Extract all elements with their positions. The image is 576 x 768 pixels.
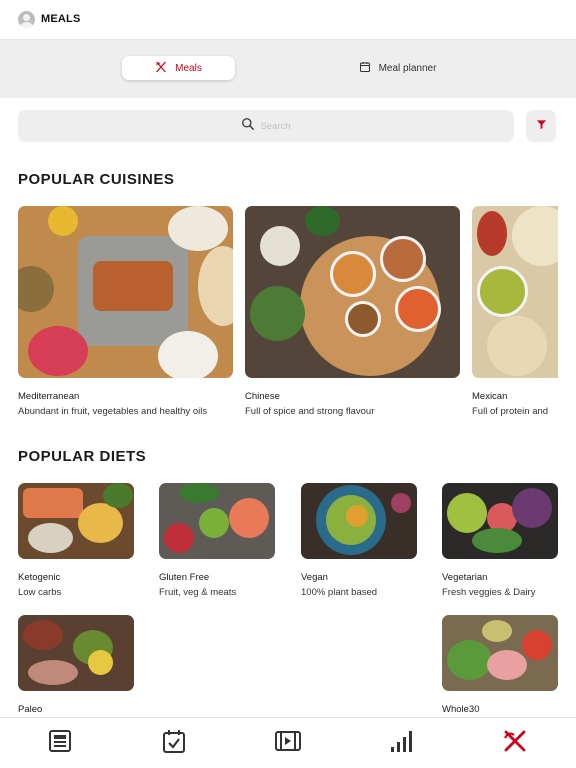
section-title-diets: POPULAR DIETS (18, 448, 147, 465)
tab-video[interactable] (275, 730, 301, 756)
tab-stats[interactable] (388, 730, 414, 756)
diet-image-ketogenic[interactable] (18, 483, 134, 559)
meals-icon (503, 729, 527, 758)
diet-image-gluten-free[interactable] (159, 483, 275, 559)
diet-desc: 100% plant based (301, 587, 378, 598)
diet-name: Vegan (301, 572, 328, 583)
diet-image-vegetarian[interactable] (442, 483, 558, 559)
fork-knife-icon (155, 61, 175, 76)
diet-image-paleo[interactable] (18, 615, 134, 691)
cuisine-image-mexican[interactable] (472, 206, 558, 378)
user-avatar-icon[interactable] (18, 11, 35, 28)
tab-meals-bottom[interactable] (502, 730, 528, 756)
diet-name: Vegetarian (442, 572, 488, 583)
cuisine-desc: Abundant in fruit, vegetables and health… (18, 406, 208, 417)
video-icon (275, 730, 301, 756)
page-title: MEALS (41, 13, 81, 25)
news-icon (49, 729, 73, 757)
filter-button[interactable] (526, 110, 556, 142)
diet-name: Ketogenic (18, 572, 61, 583)
diet-name: Whole30 (442, 704, 480, 715)
checklist-icon (163, 729, 185, 758)
cuisine-desc: Full of spice and strong flavour (245, 406, 375, 417)
diet-desc: Fruit, veg & meats (159, 587, 237, 598)
cuisine-name: Mexican (472, 391, 508, 402)
diet-desc: Fresh veggies & Dairy (442, 587, 536, 598)
tab-meals[interactable]: Meals (122, 56, 235, 80)
bottom-tab-bar (0, 717, 576, 768)
cuisine-desc: Full of protein and (472, 406, 549, 417)
search-placeholder: Search (260, 120, 291, 132)
tab-news[interactable] (48, 729, 74, 757)
diet-desc: Low carbs (18, 587, 62, 598)
cuisine-image-mediterranean[interactable] (18, 206, 233, 378)
search-icon (241, 117, 255, 136)
cuisine-image-chinese[interactable] (245, 206, 460, 378)
tab-meals-label: Meals (175, 62, 202, 74)
cuisine-name: Mediterranean (18, 391, 80, 402)
search-input[interactable]: Search (18, 110, 514, 142)
diet-image-whole30[interactable] (442, 615, 558, 691)
calendar-icon (359, 61, 379, 76)
filter-icon (536, 117, 547, 135)
cuisine-name: Chinese (245, 391, 280, 402)
segment-bar: Meals Meal planner (0, 40, 576, 98)
stats-icon (389, 729, 413, 758)
section-title-cuisines: POPULAR CUISINES (18, 171, 175, 188)
diet-name: Gluten Free (159, 572, 210, 583)
top-bar: MEALS (0, 0, 576, 40)
tab-meal-planner[interactable]: Meal planner (340, 56, 455, 80)
tab-meal-planner-label: Meal planner (378, 62, 437, 74)
diet-image-vegan[interactable] (301, 483, 417, 559)
tab-checklist[interactable] (161, 729, 187, 758)
diet-name: Paleo (18, 704, 43, 715)
